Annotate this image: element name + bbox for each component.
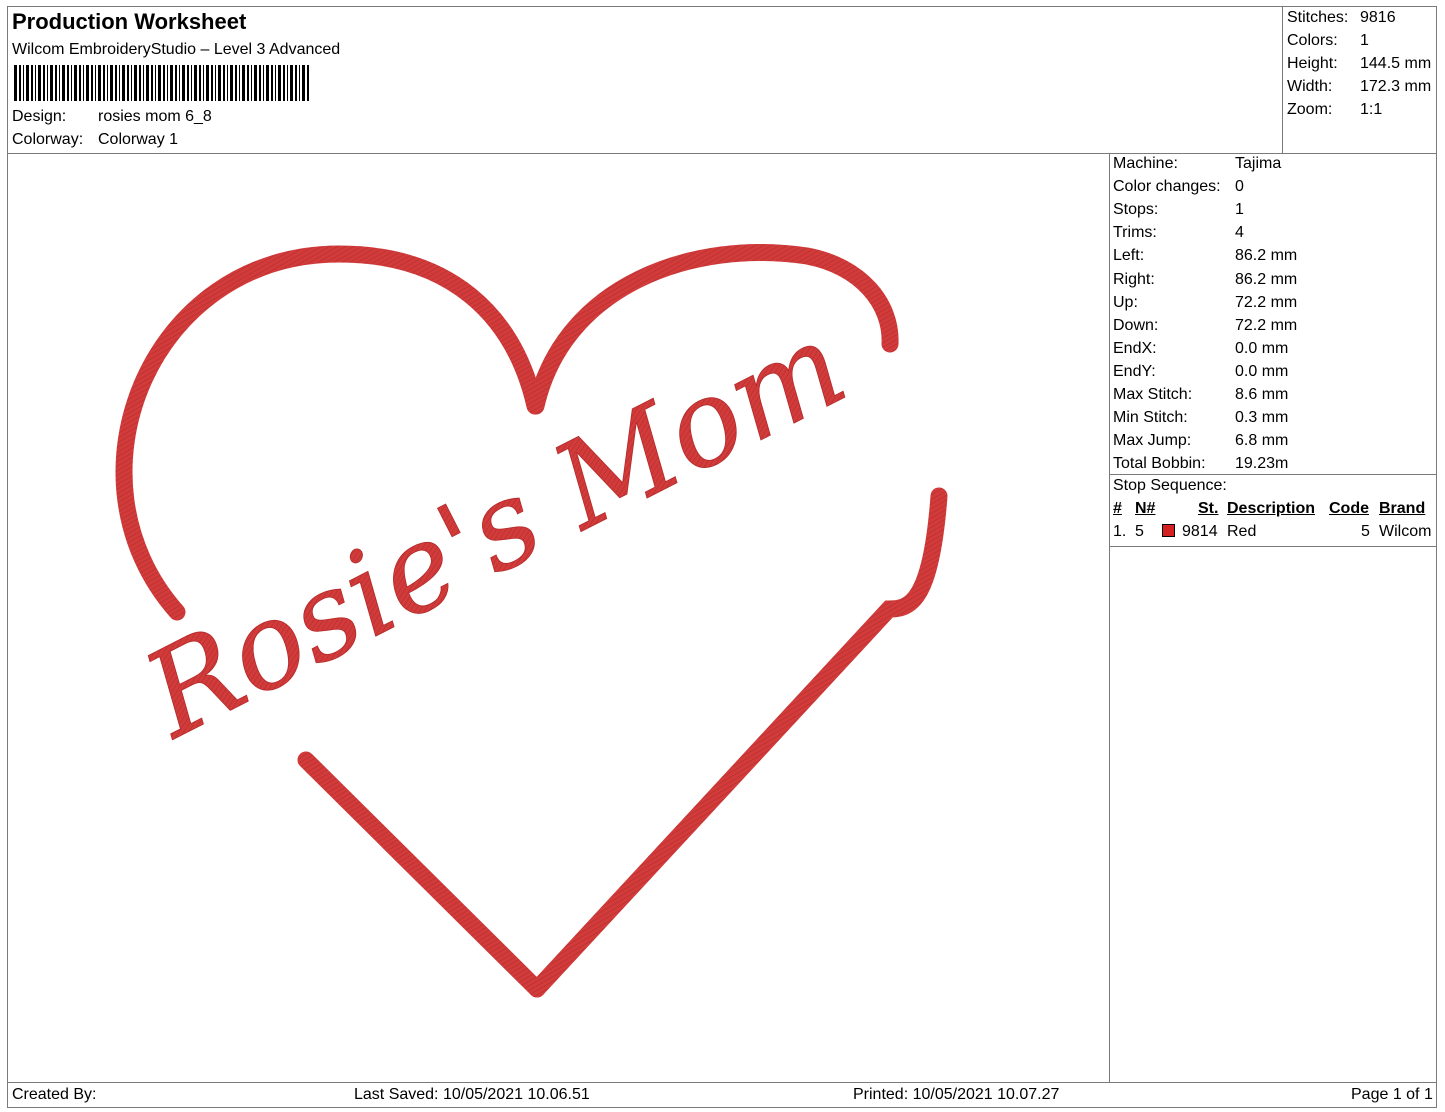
info-divider xyxy=(1109,153,1110,1082)
colorway-label: Colorway: xyxy=(12,131,84,148)
machine-info-value: 0 xyxy=(1235,178,1244,196)
width-label: Width: xyxy=(1287,78,1333,95)
machine-info-label: Up: xyxy=(1113,293,1138,311)
machine-info-value: 86.2 mm xyxy=(1235,270,1298,288)
zoom-value: 1:1 xyxy=(1360,101,1383,118)
machine-info-value: 6.8 mm xyxy=(1235,432,1289,450)
design-value: rosies mom 6_8 xyxy=(98,108,212,125)
machine-info-value: 0.0 mm xyxy=(1235,339,1289,357)
row-needle: 5 xyxy=(1135,523,1144,540)
machine-info-label: Total Bobbin: xyxy=(1113,455,1206,473)
thread-color-swatch xyxy=(1162,524,1175,537)
width-value: 172.3 mm xyxy=(1360,78,1432,95)
machine-info-label: Right: xyxy=(1113,270,1155,288)
machine-info-value: Tajima xyxy=(1235,155,1282,172)
summary-divider xyxy=(1282,7,1283,153)
printed-date: Printed: 10/05/2021 10.07.27 xyxy=(853,1086,1060,1103)
machine-info-label: Color changes: xyxy=(1113,178,1221,196)
colors-value: 1 xyxy=(1360,32,1369,49)
machine-info-value: 19.23m xyxy=(1235,455,1289,473)
software-name: Wilcom EmbroideryStudio – Level 3 Advanc… xyxy=(12,41,341,58)
heart-right-side xyxy=(528,487,948,998)
stop-sequence-label: Stop Sequence: xyxy=(1113,477,1227,494)
machine-info-label: Machine: xyxy=(1113,155,1178,172)
row-brand: Wilcom xyxy=(1379,523,1432,540)
machine-info-label: Trims: xyxy=(1113,224,1157,242)
stitches-value: 9816 xyxy=(1360,9,1396,26)
page-number: Page 1 of 1 xyxy=(1351,1086,1433,1103)
machine-info-value: 8.6 mm xyxy=(1235,386,1289,403)
worksheet: Production Worksheet Wilcom EmbroiderySt… xyxy=(7,6,1437,1108)
machine-info-value: 72.2 mm xyxy=(1235,316,1298,334)
col-description: Description xyxy=(1227,500,1316,517)
machine-info-value: 0.0 mm xyxy=(1235,362,1289,380)
height-label: Height: xyxy=(1287,55,1338,72)
stop-sequence-divider xyxy=(1109,474,1436,475)
colorway-value: Colorway 1 xyxy=(98,131,179,148)
machine-info-label: EndY: xyxy=(1113,362,1156,380)
barcode-icon xyxy=(14,65,309,101)
design-text: Rosie's Mom xyxy=(122,295,866,765)
machine-info-label: Max Jump: xyxy=(1113,432,1192,450)
col-code: Code xyxy=(1329,500,1369,517)
row-description: Red xyxy=(1227,523,1257,540)
col-brand: Brand xyxy=(1379,500,1426,517)
zoom-label: Zoom: xyxy=(1287,101,1333,118)
col-stitches: St. xyxy=(1198,500,1219,517)
footer-divider xyxy=(8,1082,1436,1083)
embroidery-preview: Rosie's Mom xyxy=(115,244,948,998)
stop-table-bottom xyxy=(1109,546,1436,547)
machine-info-value: 72.2 mm xyxy=(1235,293,1298,311)
design-label: Design: xyxy=(12,108,67,125)
machine-info-value: 4 xyxy=(1235,224,1244,242)
col-needle: N# xyxy=(1135,500,1156,517)
row-stitches: 9814 xyxy=(1182,523,1218,540)
machine-info-label: Max Stitch: xyxy=(1113,386,1193,403)
last-saved: Last Saved: 10/05/2021 10.06.51 xyxy=(354,1086,590,1103)
page-title: Production Worksheet xyxy=(12,9,247,34)
heart-left-side xyxy=(297,751,546,998)
height-value: 144.5 mm xyxy=(1360,55,1432,72)
machine-info-value: 1 xyxy=(1235,201,1244,219)
colors-label: Colors: xyxy=(1287,32,1338,49)
row-index: 1. xyxy=(1113,523,1127,540)
col-index: # xyxy=(1113,500,1122,517)
machine-info-label: Stops: xyxy=(1113,201,1159,219)
machine-info-value: 86.2 mm xyxy=(1235,247,1298,265)
row-code: 5 xyxy=(1361,523,1370,540)
machine-info-label: Left: xyxy=(1113,247,1145,265)
machine-info-value: 0.3 mm xyxy=(1235,409,1289,427)
machine-info-label: Down: xyxy=(1113,316,1159,334)
machine-info-label: EndX: xyxy=(1113,339,1157,357)
created-by: Created By: xyxy=(12,1086,97,1103)
stitches-label: Stitches: xyxy=(1287,9,1349,26)
machine-info-label: Min Stitch: xyxy=(1113,409,1188,427)
